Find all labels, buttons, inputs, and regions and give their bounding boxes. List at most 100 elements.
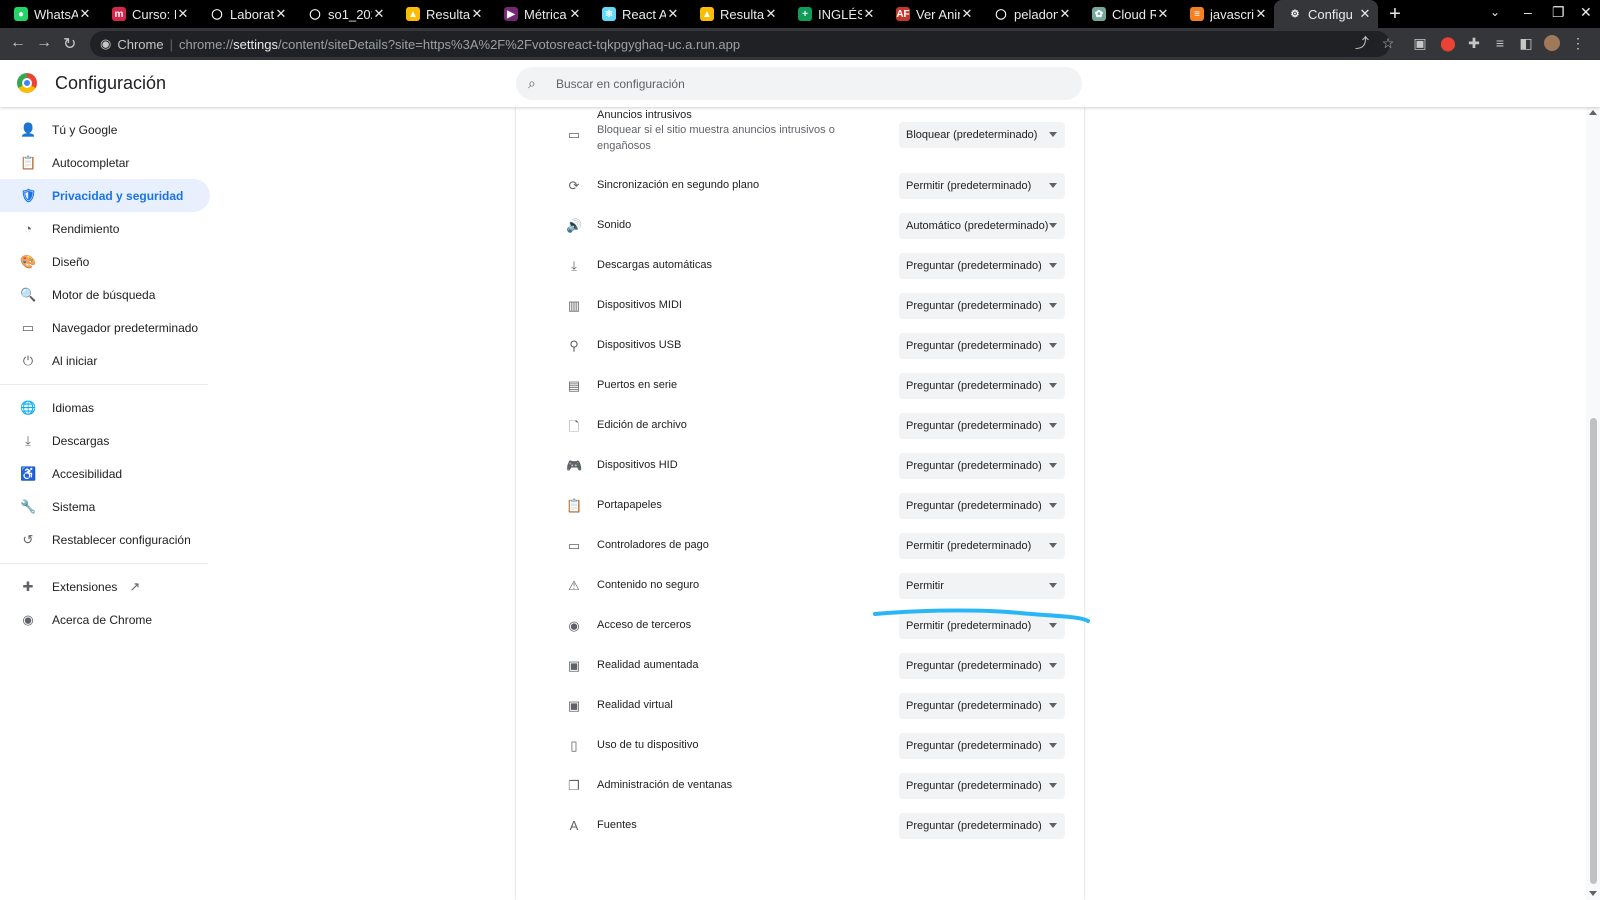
piano-icon: ▥: [567, 298, 581, 313]
tab-close-icon[interactable]: ✕: [176, 6, 190, 22]
sidebar-item[interactable]: ✚ Extensiones ↗: [0, 570, 210, 603]
browser-tab[interactable]: ▲ Resulta ✕: [392, 0, 490, 28]
browser-tab[interactable]: ◯ so1_202✕: [294, 0, 392, 28]
browser-tab[interactable]: ⚛ React Ap✕: [588, 0, 686, 28]
browser-tab[interactable]: ≡ javascrip✕: [1176, 0, 1274, 28]
permission-description: Bloquear si el sitio muestra anuncios in…: [597, 124, 835, 152]
tab-close-icon[interactable]: ✕: [1156, 6, 1170, 22]
bookmark-star-icon[interactable]: ☆: [1380, 35, 1396, 51]
profile-avatar[interactable]: [1544, 35, 1560, 51]
sidebar-item[interactable]: 👤 Tú y Google: [0, 113, 210, 146]
browser-tab[interactable]: ▶ Métrica ✕: [490, 0, 588, 28]
tab-close-icon[interactable]: ✕: [470, 6, 484, 22]
share-icon[interactable]: ⤴: [1354, 35, 1370, 51]
reload-icon[interactable]: ↻: [63, 34, 76, 54]
permission-label: Administración de ventanas: [597, 779, 733, 791]
media-control-icon[interactable]: ≡: [1492, 35, 1508, 51]
tab-close-icon[interactable]: ✕: [1358, 6, 1372, 22]
side-panel-icon[interactable]: ◧: [1518, 35, 1534, 51]
permission-dropdown[interactable]: Preguntar (predeterminado): [899, 413, 1065, 439]
menu-kebab-icon[interactable]: ⋮: [1570, 35, 1586, 51]
permission-dropdown[interactable]: Preguntar (predeterminado): [899, 813, 1065, 839]
sidebar-item[interactable]: ◔ Rendimiento: [0, 212, 210, 245]
permission-dropdown[interactable]: Permitir (predeterminado): [899, 533, 1065, 559]
permission-dropdown[interactable]: Preguntar (predeterminado): [899, 693, 1065, 719]
browser-tab[interactable]: + INGLÉS ✕: [784, 0, 882, 28]
tab-close-icon[interactable]: ✕: [862, 6, 876, 22]
cast-icon[interactable]: ▣: [1412, 35, 1428, 51]
permission-dropdown[interactable]: Preguntar (predeterminado): [899, 493, 1065, 519]
minimize-icon[interactable]: –: [1524, 4, 1532, 20]
tab-close-icon[interactable]: ✕: [960, 6, 974, 22]
history-icon: ↺: [22, 531, 34, 547]
browser-tab[interactable]: ◯ Laborat ✕: [196, 0, 294, 28]
permission-row: ⚲ Dispositivos USB Preguntar (predetermina…: [516, 328, 1084, 364]
permission-dropdown[interactable]: Permitir (predeterminado): [899, 613, 1065, 639]
sidebar-item[interactable]: 🛡 Privacidad y seguridad: [0, 179, 210, 212]
sidebar-item[interactable]: 🔧 Sistema: [0, 490, 210, 523]
tab-search-icon[interactable]: ⌄: [1490, 5, 1500, 19]
new-tab-button[interactable]: +: [1380, 3, 1410, 26]
permission-label: Anuncios intrusivos: [597, 109, 692, 121]
forward-icon[interactable]: →: [36, 34, 52, 52]
github-icon: ◯: [210, 7, 224, 21]
sidebar-item[interactable]: ⤓ Descargas: [0, 424, 210, 457]
restore-icon[interactable]: ❐: [1552, 4, 1565, 21]
github-icon: ◯: [308, 7, 322, 21]
close-window-icon[interactable]: ✕: [1580, 4, 1592, 21]
speaker-icon: 🔊: [566, 218, 583, 233]
tab-close-icon[interactable]: ✕: [764, 6, 778, 22]
extension-red-icon[interactable]: ⬤: [1440, 35, 1456, 51]
sidebar-item[interactable]: 🔍 Motor de búsqueda: [0, 278, 210, 311]
permission-dropdown[interactable]: Preguntar (predeterminado): [899, 373, 1065, 399]
back-icon[interactable]: ←: [10, 34, 26, 52]
permission-dropdown[interactable]: Automático (predeterminado): [899, 213, 1065, 239]
site-info-icon[interactable]: ◉: [100, 36, 111, 52]
sidebar-item[interactable]: 🌐 Idiomas: [0, 391, 210, 424]
tab-close-icon[interactable]: ✕: [1254, 6, 1268, 22]
browser-tab[interactable]: m Curso: L✕: [98, 0, 196, 28]
tab-close-icon[interactable]: ✕: [666, 6, 680, 22]
permission-dropdown[interactable]: Preguntar (predeterminado): [899, 253, 1065, 279]
search-input[interactable]: [556, 76, 1056, 91]
scroll-down-arrow[interactable]: [1589, 891, 1597, 896]
tab-close-icon[interactable]: ✕: [1058, 6, 1072, 22]
permission-row: ◉ Acceso de terceros Permitir (predetermin…: [516, 608, 1084, 644]
sidebar-item[interactable]: 📋 Autocompletar: [0, 146, 210, 179]
dropdown-arrow-icon: [1049, 343, 1057, 348]
permission-dropdown[interactable]: Preguntar (predeterminado): [899, 293, 1065, 319]
extensions-puzzle-icon[interactable]: ✚: [1466, 35, 1482, 51]
sidebar-item[interactable]: ⏻ Al iniciar: [0, 344, 210, 377]
address-bar[interactable]: ◉ Chrome | chrome://settings/content/sit…: [90, 31, 1390, 57]
scrollbar-thumb[interactable]: [1590, 418, 1597, 884]
permission-dropdown[interactable]: Permitir (predeterminado): [899, 173, 1065, 199]
permission-dropdown[interactable]: Permitir: [899, 573, 1065, 599]
scroll-up-arrow[interactable]: [1589, 110, 1597, 115]
browser-tab[interactable]: ◯ peladon ✕: [980, 0, 1078, 28]
browser-tab[interactable]: ● WhatsA ✕: [0, 0, 98, 28]
url-text[interactable]: chrome://settings/content/siteDetails?si…: [179, 37, 740, 52]
permission-dropdown[interactable]: Preguntar (predeterminado): [899, 653, 1065, 679]
browser-tab[interactable]: ▲ Resulta ✕: [686, 0, 784, 28]
tab-close-icon[interactable]: ✕: [372, 6, 386, 22]
browser-tab[interactable]: AF Ver Anin ✕: [882, 0, 980, 28]
browser-tab[interactable]: ✿ Cloud R ✕: [1078, 0, 1176, 28]
sidebar-item[interactable]: ♿ Accesibilidad: [0, 457, 210, 490]
tab-close-icon[interactable]: ✕: [274, 6, 288, 22]
browser-tab[interactable]: ⚙ Configu ✕: [1274, 0, 1378, 28]
permission-dropdown[interactable]: Preguntar (predeterminado): [899, 333, 1065, 359]
dropdown-arrow-icon: [1049, 132, 1057, 137]
sidebar-item[interactable]: ▭ Navegador predeterminado: [0, 311, 210, 344]
permission-dropdown[interactable]: Preguntar (predeterminado): [899, 453, 1065, 479]
tab-close-icon[interactable]: ✕: [568, 6, 582, 22]
permission-dropdown[interactable]: Preguntar (predeterminado): [899, 773, 1065, 799]
permission-dropdown[interactable]: Preguntar (predeterminado): [899, 733, 1065, 759]
sidebar-item[interactable]: 🎨 Diseño: [0, 245, 210, 278]
sidebar-item[interactable]: ↺ Restablecer configuración: [0, 523, 210, 556]
permission-label: Descargas automáticas: [597, 259, 712, 271]
sidebar-item[interactable]: ◉ Acerca de Chrome: [0, 603, 210, 636]
settings-search[interactable]: ⌕: [516, 67, 1082, 100]
tab-close-icon[interactable]: ✕: [78, 6, 92, 22]
sidebar-item-label: Navegador predeterminado: [52, 320, 199, 335]
permission-dropdown[interactable]: Bloquear (predeterminado): [899, 122, 1065, 148]
